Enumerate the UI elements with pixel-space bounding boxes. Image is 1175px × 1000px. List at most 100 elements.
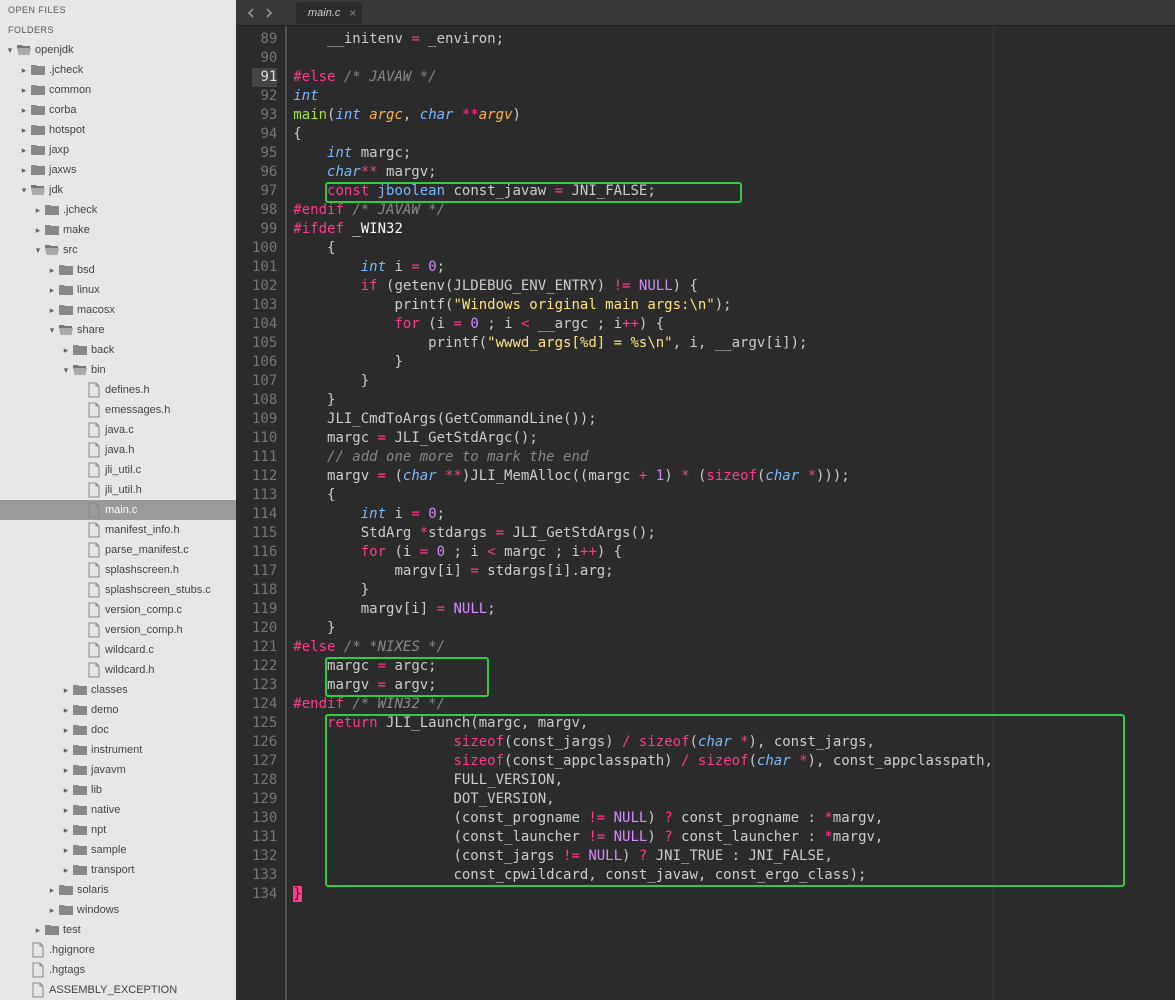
code-line-104[interactable]: for (i = 0 ; i < __argc ; i++) {: [293, 315, 993, 334]
chevron-down-icon[interactable]: ▾: [4, 45, 16, 56]
file-manifest_info-h[interactable]: manifest_info.h: [0, 520, 236, 540]
folder-instrument[interactable]: ▸instrument: [0, 740, 236, 760]
folder-solaris[interactable]: ▸solaris: [0, 880, 236, 900]
code-line-93[interactable]: main(int argc, char **argv): [293, 106, 993, 125]
code-content[interactable]: __initenv = _environ; #else /* JAVAW */i…: [287, 26, 993, 1000]
code-line-113[interactable]: {: [293, 486, 993, 505]
code-line-116[interactable]: for (i = 0 ; i < margc ; i++) {: [293, 543, 993, 562]
file-java-c[interactable]: java.c: [0, 420, 236, 440]
chevron-right-icon[interactable]: ▸: [32, 225, 44, 236]
code-line-97[interactable]: const jboolean const_javaw = JNI_FALSE;: [293, 182, 993, 201]
file-wildcard-c[interactable]: wildcard.c: [0, 640, 236, 660]
nav-back-icon[interactable]: [242, 4, 260, 22]
code-line-100[interactable]: {: [293, 239, 993, 258]
code-line-130[interactable]: (const_progname != NULL) ? const_prognam…: [293, 809, 993, 828]
chevron-right-icon[interactable]: ▸: [18, 65, 30, 76]
file-defines-h[interactable]: defines.h: [0, 380, 236, 400]
folder-make[interactable]: ▸make: [0, 220, 236, 240]
folder-jaxws[interactable]: ▸jaxws: [0, 160, 236, 180]
code-line-117[interactable]: margv[i] = stdargs[i].arg;: [293, 562, 993, 581]
file-splashscreen_stubs-c[interactable]: splashscreen_stubs.c: [0, 580, 236, 600]
code-line-134[interactable]: }: [293, 885, 993, 904]
file-parse_manifest-c[interactable]: parse_manifest.c: [0, 540, 236, 560]
code-line-118[interactable]: }: [293, 581, 993, 600]
code-line-119[interactable]: margv[i] = NULL;: [293, 600, 993, 619]
folder-macosx[interactable]: ▸macosx: [0, 300, 236, 320]
file--hgtags[interactable]: .hgtags: [0, 960, 236, 980]
folder-share[interactable]: ▾share: [0, 320, 236, 340]
folder-sample[interactable]: ▸sample: [0, 840, 236, 860]
chevron-right-icon[interactable]: ▸: [60, 785, 72, 796]
tab-main-c[interactable]: main.c ×: [296, 2, 362, 24]
folder-bin[interactable]: ▾bin: [0, 360, 236, 380]
chevron-right-icon[interactable]: ▸: [32, 925, 44, 936]
code-line-94[interactable]: {: [293, 125, 993, 144]
code-line-101[interactable]: int i = 0;: [293, 258, 993, 277]
code-line-121[interactable]: #else /* *NIXES */: [293, 638, 993, 657]
folder-linux[interactable]: ▸linux: [0, 280, 236, 300]
file-tree[interactable]: ▾openjdk▸.jcheck▸common▸corba▸hotspot▸ja…: [0, 40, 236, 1000]
folder-jaxp[interactable]: ▸jaxp: [0, 140, 236, 160]
file-wildcard-h[interactable]: wildcard.h: [0, 660, 236, 680]
chevron-right-icon[interactable]: ▸: [18, 85, 30, 96]
code-line-95[interactable]: int margc;: [293, 144, 993, 163]
code-line-96[interactable]: char** margv;: [293, 163, 993, 182]
folder-back[interactable]: ▸back: [0, 340, 236, 360]
folder--jcheck[interactable]: ▸.jcheck: [0, 60, 236, 80]
code-line-105[interactable]: printf("wwwd_args[%d] = %s\n", i, __argv…: [293, 334, 993, 353]
file-java-h[interactable]: java.h: [0, 440, 236, 460]
folder-classes[interactable]: ▸classes: [0, 680, 236, 700]
code-line-108[interactable]: }: [293, 391, 993, 410]
code-line-103[interactable]: printf("Windows original main args:\n");: [293, 296, 993, 315]
file-emessages-h[interactable]: emessages.h: [0, 400, 236, 420]
chevron-right-icon[interactable]: ▸: [46, 285, 58, 296]
chevron-right-icon[interactable]: ▸: [60, 345, 72, 356]
code-line-123[interactable]: margv = argv;: [293, 676, 993, 695]
folder-src[interactable]: ▾src: [0, 240, 236, 260]
code-line-122[interactable]: margc = argc;: [293, 657, 993, 676]
folder-bsd[interactable]: ▸bsd: [0, 260, 236, 280]
code-line-111[interactable]: // add one more to mark the end: [293, 448, 993, 467]
folder-lib[interactable]: ▸lib: [0, 780, 236, 800]
folder-javavm[interactable]: ▸javavm: [0, 760, 236, 780]
code-line-90[interactable]: [293, 49, 993, 68]
code-line-127[interactable]: sizeof(const_appclasspath) / sizeof(char…: [293, 752, 993, 771]
code-line-125[interactable]: return JLI_Launch(margc, margv,: [293, 714, 993, 733]
folder-npt[interactable]: ▸npt: [0, 820, 236, 840]
code-line-106[interactable]: }: [293, 353, 993, 372]
chevron-right-icon[interactable]: ▸: [60, 805, 72, 816]
code-line-128[interactable]: FULL_VERSION,: [293, 771, 993, 790]
code-line-112[interactable]: margv = (char **)JLI_MemAlloc((margc + 1…: [293, 467, 993, 486]
file-version_comp-c[interactable]: version_comp.c: [0, 600, 236, 620]
chevron-right-icon[interactable]: ▸: [60, 825, 72, 836]
code-line-89[interactable]: __initenv = _environ;: [293, 30, 993, 49]
file-version_comp-h[interactable]: version_comp.h: [0, 620, 236, 640]
chevron-down-icon[interactable]: ▾: [32, 245, 44, 256]
code-line-131[interactable]: (const_launcher != NULL) ? const_launche…: [293, 828, 993, 847]
code-line-114[interactable]: int i = 0;: [293, 505, 993, 524]
chevron-down-icon[interactable]: ▾: [60, 365, 72, 376]
file-splashscreen-h[interactable]: splashscreen.h: [0, 560, 236, 580]
folder-corba[interactable]: ▸corba: [0, 100, 236, 120]
chevron-right-icon[interactable]: ▸: [46, 885, 58, 896]
code-editor[interactable]: 8990919293949596979899100101102103104105…: [236, 26, 1175, 1000]
chevron-right-icon[interactable]: ▸: [46, 265, 58, 276]
chevron-right-icon[interactable]: ▸: [60, 685, 72, 696]
code-line-91[interactable]: #else /* JAVAW */: [293, 68, 993, 87]
minimap[interactable]: [993, 26, 1009, 1000]
folder-test[interactable]: ▸test: [0, 920, 236, 940]
chevron-right-icon[interactable]: ▸: [46, 305, 58, 316]
chevron-right-icon[interactable]: ▸: [60, 845, 72, 856]
code-line-92[interactable]: int: [293, 87, 993, 106]
folder-hotspot[interactable]: ▸hotspot: [0, 120, 236, 140]
folder-openjdk[interactable]: ▾openjdk: [0, 40, 236, 60]
code-line-115[interactable]: StdArg *stdargs = JLI_GetStdArgs();: [293, 524, 993, 543]
code-line-98[interactable]: #endif /* JAVAW */: [293, 201, 993, 220]
folder-jdk[interactable]: ▾jdk: [0, 180, 236, 200]
folder-demo[interactable]: ▸demo: [0, 700, 236, 720]
chevron-right-icon[interactable]: ▸: [46, 905, 58, 916]
chevron-down-icon[interactable]: ▾: [46, 325, 58, 336]
code-line-133[interactable]: const_cpwildcard, const_javaw, const_erg…: [293, 866, 993, 885]
chevron-down-icon[interactable]: ▾: [18, 185, 30, 196]
file-main-c[interactable]: main.c: [0, 500, 236, 520]
